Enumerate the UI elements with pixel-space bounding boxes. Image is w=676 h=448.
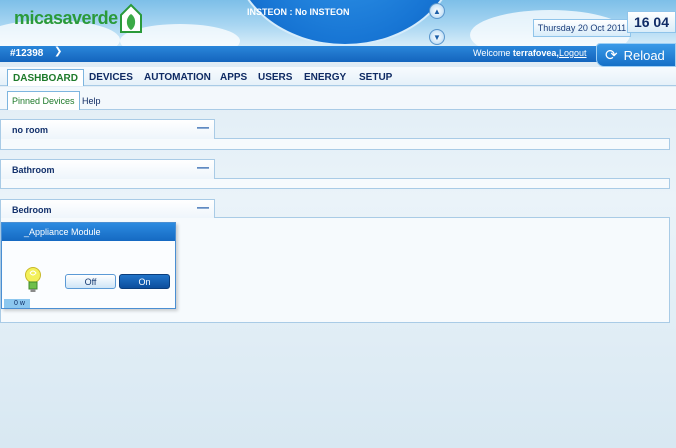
logout-link[interactable]: Logout bbox=[559, 48, 587, 58]
chevron-down-icon[interactable]: ❯ bbox=[54, 46, 62, 57]
collapse-icon[interactable]: — bbox=[197, 120, 209, 134]
tab-users[interactable]: USERS bbox=[258, 69, 292, 86]
on-button[interactable]: On bbox=[119, 274, 170, 289]
tab-pinned-devices[interactable]: Pinned Devices bbox=[7, 91, 80, 110]
room-header-bathroom[interactable]: Bathroom — bbox=[0, 159, 215, 179]
insteon-status: INSTEON : No INSTEON bbox=[247, 7, 350, 17]
welcome-text: Welcome terrafovea, bbox=[473, 48, 559, 58]
top-bar: #12398 ❯ Welcome terrafovea, Logout bbox=[0, 46, 676, 62]
username: terrafovea, bbox=[512, 48, 559, 58]
reload-button[interactable]: ⟳ Reload bbox=[596, 43, 676, 67]
room-body bbox=[0, 179, 670, 189]
tab-devices[interactable]: DEVICES bbox=[89, 69, 133, 86]
date-display: Thursday 20 Oct 2011 bbox=[533, 19, 631, 37]
room-name: Bedroom bbox=[12, 205, 52, 215]
main-nav: DASHBOARD DEVICES AUTOMATION APPS USERS … bbox=[0, 67, 676, 86]
tab-apps[interactable]: APPS bbox=[220, 69, 247, 86]
arrow-up-icon[interactable]: ▲ bbox=[429, 3, 445, 19]
room-header-no-room[interactable]: no room — bbox=[0, 119, 215, 139]
tab-help[interactable]: Help bbox=[78, 91, 105, 110]
power-reading: 0 w bbox=[4, 299, 30, 308]
collapse-icon[interactable]: — bbox=[197, 200, 209, 214]
welcome-prefix: Welcome bbox=[473, 48, 511, 58]
logo: micasaverde bbox=[14, 8, 118, 28]
unit-id: #12398 bbox=[10, 48, 44, 59]
device-name: _Appliance Module bbox=[2, 223, 175, 241]
sub-nav: Pinned Devices Help bbox=[0, 87, 676, 110]
off-button[interactable]: Off bbox=[65, 274, 116, 289]
arrow-down-icon[interactable]: ▼ bbox=[429, 29, 445, 45]
room-name: no room bbox=[12, 125, 48, 135]
tab-setup[interactable]: SETUP bbox=[359, 69, 392, 86]
reload-icon: ⟳ bbox=[605, 47, 618, 64]
leaf-icon bbox=[120, 3, 142, 33]
tab-energy[interactable]: ENERGY bbox=[304, 69, 346, 86]
collapse-icon[interactable]: — bbox=[197, 160, 209, 174]
room-name: Bathroom bbox=[12, 165, 55, 175]
header: micasaverde INSTEON : No INSTEON ▲ ▼ Thu… bbox=[0, 0, 676, 46]
reload-label: Reload bbox=[623, 47, 665, 63]
bulb-icon bbox=[25, 267, 41, 292]
room-header-bedroom[interactable]: Bedroom — bbox=[0, 199, 215, 219]
tab-automation[interactable]: AUTOMATION bbox=[144, 69, 211, 86]
device-card[interactable]: _Appliance Module Off On 0 w bbox=[1, 222, 176, 309]
room-body bbox=[0, 139, 670, 150]
tab-dashboard[interactable]: DASHBOARD bbox=[7, 69, 84, 86]
clock-display: 16 04 bbox=[627, 11, 676, 33]
